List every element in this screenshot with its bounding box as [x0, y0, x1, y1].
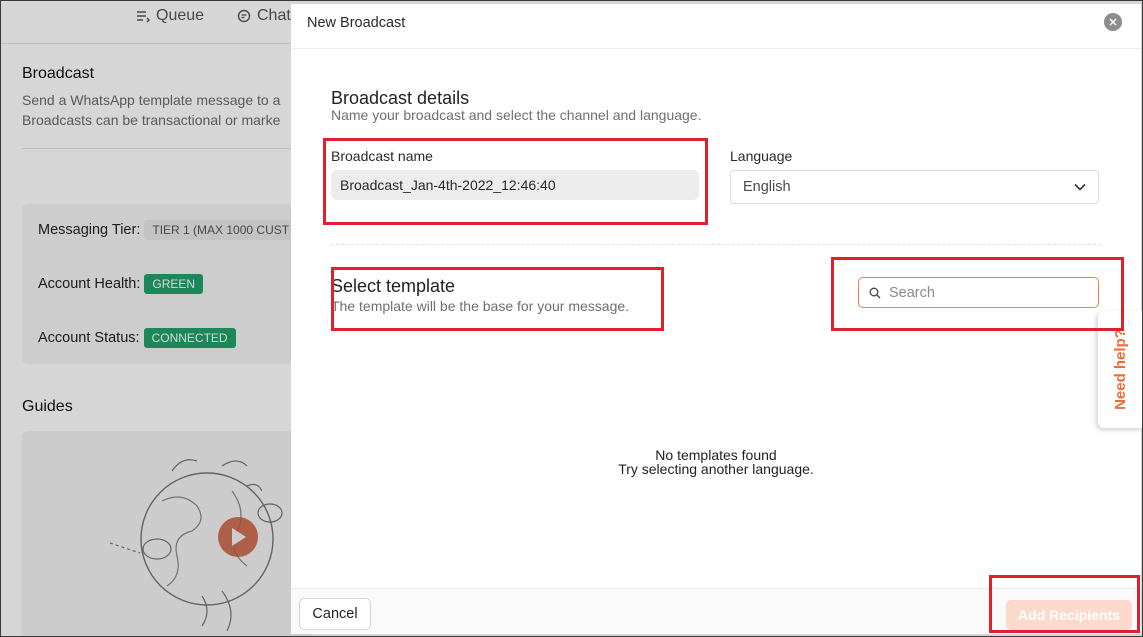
- empty-title: No templates found: [655, 447, 777, 463]
- add-recipients-button[interactable]: Add Recipients: [1006, 600, 1132, 630]
- template-search[interactable]: [858, 277, 1099, 308]
- cancel-button[interactable]: Cancel: [299, 598, 371, 630]
- modal-header: New Broadcast: [291, 4, 1141, 49]
- template-title: Select template: [331, 276, 456, 296]
- section-divider: [331, 244, 1101, 245]
- details-title: Broadcast details: [331, 88, 470, 108]
- template-description: The template will be the base for your m…: [331, 298, 630, 314]
- broadcast-name-label: Broadcast name: [331, 148, 433, 164]
- need-help-tab[interactable]: Need help?: [1098, 311, 1143, 428]
- close-icon: [1109, 18, 1117, 26]
- language-value: English: [743, 179, 791, 195]
- empty-state: No templates found Try selecting another…: [291, 448, 1141, 476]
- close-button[interactable]: [1104, 13, 1122, 31]
- modal-footer: Cancel Add Recipients: [291, 588, 1141, 634]
- search-input[interactable]: [889, 279, 1089, 306]
- chevron-down-icon: [1074, 183, 1086, 191]
- language-select[interactable]: English: [730, 170, 1099, 204]
- language-label: Language: [730, 148, 793, 164]
- new-broadcast-modal: New Broadcast Broadcast details Name you…: [291, 4, 1141, 634]
- empty-description: Try selecting another language.: [618, 461, 814, 477]
- search-icon: [869, 287, 881, 298]
- need-help-label: Need help?: [1112, 329, 1130, 410]
- broadcast-name-input[interactable]: [331, 170, 699, 200]
- details-description: Name your broadcast and select the chann…: [331, 107, 702, 123]
- modal-title: New Broadcast: [307, 15, 406, 31]
